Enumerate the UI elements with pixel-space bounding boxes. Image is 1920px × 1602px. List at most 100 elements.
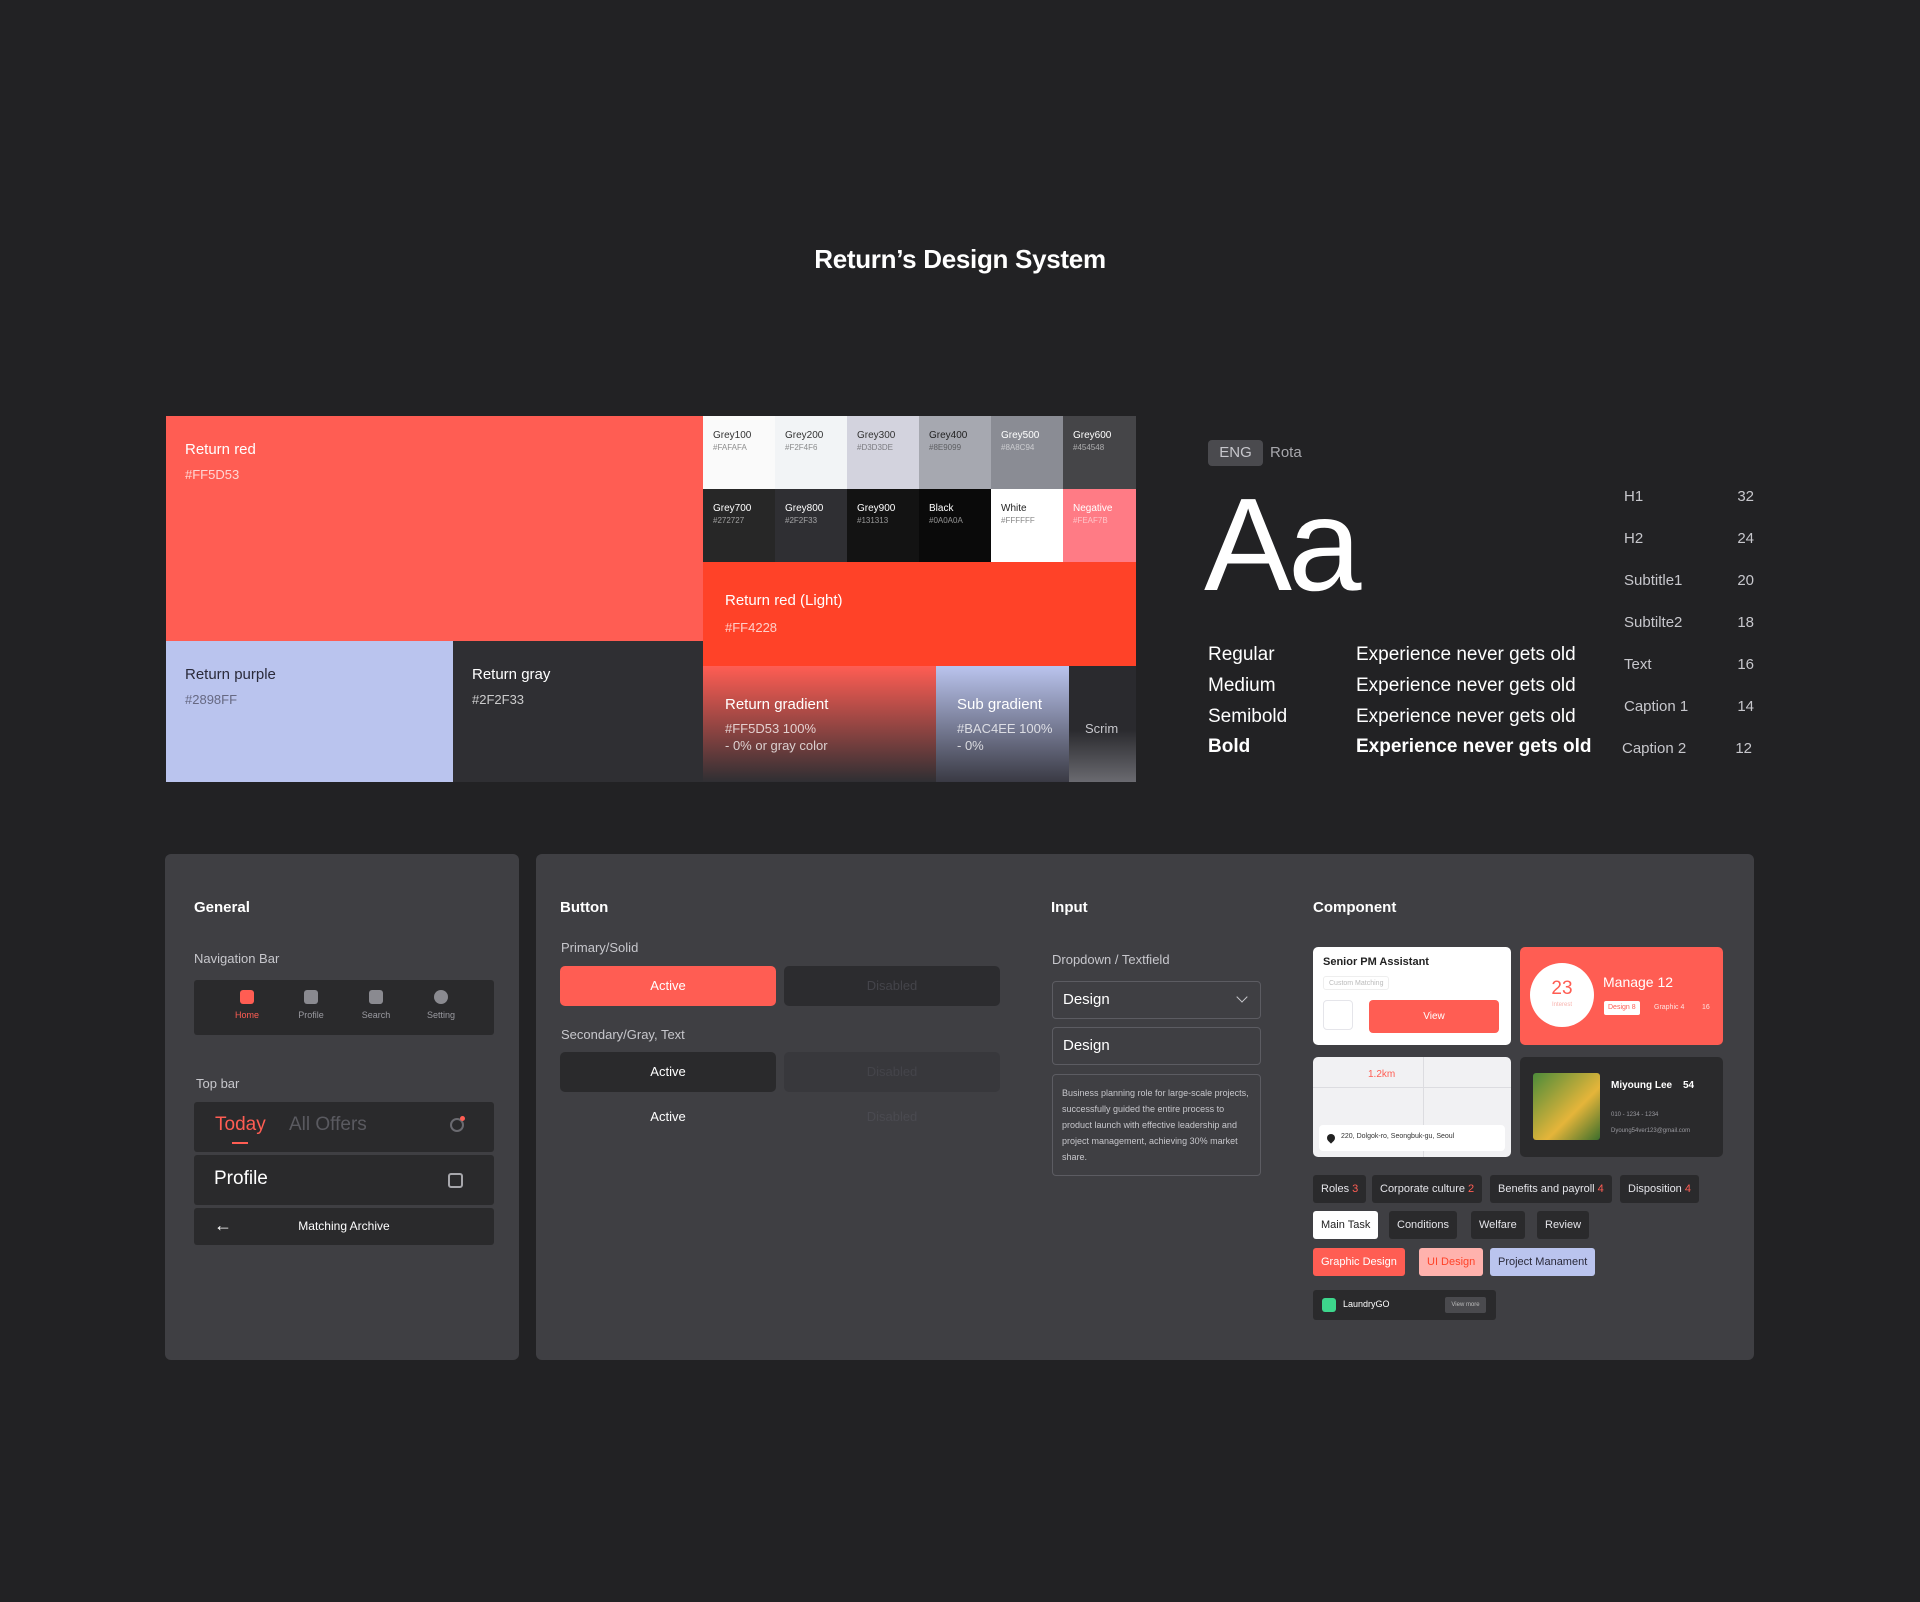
scale-row: Subtilte2 18 (1624, 614, 1754, 634)
manage-sub: Interest (1551, 1002, 1572, 1008)
map-road (1313, 1087, 1511, 1088)
company-row[interactable]: LaundryGO View more (1313, 1290, 1496, 1320)
scale-size: 16 (1737, 656, 1754, 673)
nav-item-setting[interactable]: Setting (409, 990, 473, 1020)
primary-active-button[interactable]: Active (560, 966, 776, 1006)
chip-count: 2 (1468, 1183, 1475, 1195)
swatch-name: Grey600 (1073, 430, 1112, 441)
swatch-hex: #2F2F33 (785, 516, 818, 525)
nav-item-search[interactable]: Search (344, 990, 408, 1020)
chip-label: Roles (1321, 1183, 1350, 1195)
swatch-grey500: Grey500 #8A8C94 (991, 416, 1063, 489)
general-heading: General (194, 899, 250, 916)
scale-size: 12 (1735, 740, 1752, 757)
chip-disposition[interactable]: Disposition 4 (1620, 1175, 1699, 1203)
weight-name: Semibold (1208, 706, 1288, 727)
swatch-grey600: Grey600 #454548 (1063, 416, 1136, 489)
weight-row-medium: Medium Experience never gets old (1208, 675, 1608, 705)
swatch-white: White #FFFFFF (991, 489, 1063, 562)
scale-size: 14 (1737, 698, 1754, 715)
weight-sample: Experience never gets old (1356, 706, 1576, 727)
scale-row: Caption 2 12 (1622, 740, 1752, 760)
weight-row-bold: Bold Experience never gets old (1208, 736, 1608, 766)
address-text: 220, Dolgok-ro, Seongbuk-gu, Seoul (1341, 1133, 1455, 1140)
design-textfield[interactable]: Design (1052, 1027, 1261, 1065)
chip-welfare[interactable]: Welfare (1471, 1211, 1525, 1239)
swatch-black: Black #0A0A0A (919, 489, 991, 562)
scale-row: H2 24 (1624, 530, 1754, 550)
notification-dot (460, 1116, 465, 1121)
text-disabled-button[interactable]: Disabled (784, 1097, 1000, 1137)
chip-main-task[interactable]: Main Task (1313, 1211, 1379, 1239)
text-active-button[interactable]: Active (560, 1097, 776, 1137)
person-phone: 010 - 1234 - 1234 (1611, 1112, 1659, 1118)
tab-all-offers[interactable]: All Offers (289, 1114, 367, 1136)
swatch-grey100: Grey100 #FAFAFA (703, 416, 775, 489)
nav-label-text: Home (234, 1010, 259, 1020)
manage-tag: 16 (1702, 1004, 1710, 1011)
textfield-value: Design (1063, 1037, 1110, 1054)
chip-corporate-culture[interactable]: Corporate culture 2 (1372, 1175, 1483, 1203)
tab-today[interactable]: Today (215, 1114, 266, 1136)
design-dropdown[interactable]: Design (1052, 981, 1261, 1019)
bookmark-icon[interactable] (1323, 1000, 1353, 1030)
font-name: Rota (1270, 444, 1302, 461)
chip-project-manament[interactable]: Project Manament (1490, 1248, 1596, 1276)
weight-sample: Experience never gets old (1356, 675, 1576, 696)
chip-roles[interactable]: Roles 3 (1313, 1175, 1367, 1203)
swatch-name: Grey700 (713, 503, 752, 514)
scale-row: Caption 1 14 (1624, 698, 1754, 718)
swatch-hex: #FF5D53 100% (725, 721, 817, 736)
swatch-name: Sub gradient (957, 696, 1043, 713)
chip-review[interactable]: Review (1537, 1211, 1590, 1239)
swatch-hex: #FEAF7B (1073, 516, 1108, 525)
swatch-hex: #454548 (1073, 443, 1105, 452)
weight-row-semibold: Semibold Experience never gets old (1208, 706, 1608, 736)
swatch-hex: #FFFFFF (1001, 516, 1035, 525)
scale-size: 24 (1737, 530, 1754, 547)
navigation-bar: Home Profile Search Setting (194, 980, 494, 1035)
swatch-grey300: Grey300 #D3D3DE (847, 416, 919, 489)
swatch-name: Grey200 (785, 430, 824, 441)
job-card[interactable]: Senior PM Assistant Custom Matching View (1313, 947, 1511, 1045)
swatch-hex: #131313 (857, 516, 889, 525)
swatch-name: White (1001, 503, 1027, 514)
swatch-return-purple: Return purple #2898FF (166, 641, 453, 782)
swatch-negative: Negative #FEAF7B (1063, 489, 1136, 562)
scale-name: Subtitle1 (1624, 572, 1683, 589)
scale-size: 32 (1737, 488, 1754, 505)
primary-disabled-button[interactable]: Disabled (784, 966, 1000, 1006)
manage-card[interactable]: 23 Interest Manage 12 Design 8 Graphic 4… (1520, 947, 1723, 1045)
chip-benefits[interactable]: Benefits and payroll 4 (1490, 1175, 1612, 1203)
edit-icon[interactable] (448, 1173, 463, 1188)
swatch-hex: #FAFAFA (713, 443, 747, 452)
chip-conditions[interactable]: Conditions (1389, 1211, 1457, 1239)
swatch-name: Return purple (185, 666, 276, 683)
profile-title: Profile (214, 1168, 268, 1189)
scale-row: H1 32 (1624, 488, 1754, 508)
distance-label: 1.2km (1368, 1069, 1396, 1080)
chip-graphic-design[interactable]: Graphic Design (1313, 1248, 1405, 1276)
map-card[interactable]: 1.2km 220, Dolgok-ro, Seongbuk-gu, Seoul (1313, 1057, 1511, 1157)
person-name: Miyoung Lee (1611, 1080, 1673, 1091)
avatar (1533, 1073, 1600, 1140)
scale-name: H2 (1624, 530, 1644, 547)
chip-ui-design[interactable]: UI Design (1419, 1248, 1484, 1276)
swatch-sub-gradient: Sub gradient #BAC4EE 100% - 0% (936, 666, 1069, 782)
secondary-active-button[interactable]: Active (560, 1052, 776, 1092)
swatch-hex: #D3D3DE (857, 443, 894, 452)
swatch-hex: #0A0A0A (929, 516, 963, 525)
weight-name: Medium (1208, 675, 1276, 696)
person-card[interactable]: Miyoung Lee 54 010 - 1234 - 1234 Dyoung5… (1520, 1057, 1723, 1157)
view-more-button[interactable]: View more (1445, 1297, 1486, 1313)
view-button[interactable]: View (1369, 1000, 1499, 1033)
swatch-grey200: Grey200 #F2F4F6 (775, 416, 847, 489)
nav-item-profile[interactable]: Profile (279, 990, 343, 1020)
swatch-hex: #8E9099 (929, 443, 962, 452)
secondary-disabled-button[interactable]: Disabled (784, 1052, 1000, 1092)
description-textarea[interactable]: Business planning role for large-scale p… (1052, 1074, 1261, 1176)
topbar-label: Top bar (196, 1076, 240, 1091)
nav-label-text: Search (361, 1010, 391, 1020)
nav-item-home[interactable]: Home (215, 990, 279, 1020)
gear-icon (434, 990, 448, 1004)
